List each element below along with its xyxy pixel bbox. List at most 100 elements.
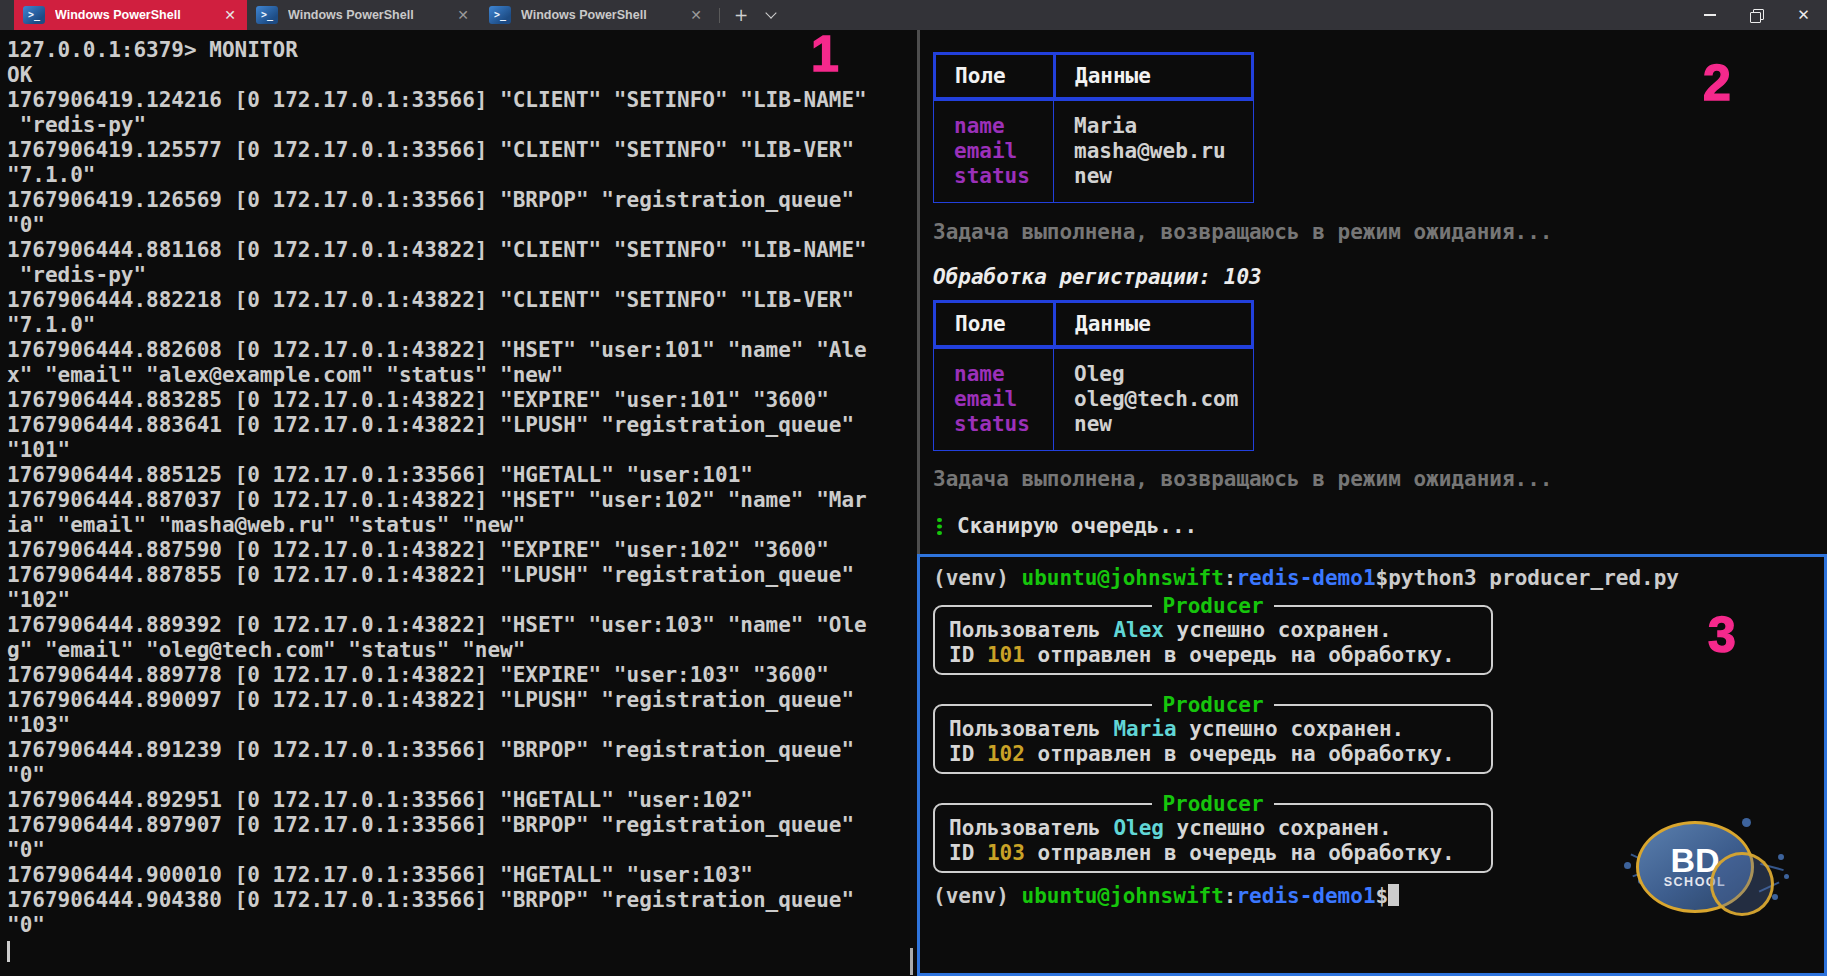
tab-windows-powershell-2[interactable]: >_ Windows PowerShell ✕ xyxy=(247,0,480,30)
tab-windows-powershell-1[interactable]: >_ Windows PowerShell ✕ xyxy=(14,0,247,30)
producer-box-3: Producer Пользователь Oleg успешно сохра… xyxy=(933,803,1493,873)
terminal-line: 1767906444.891239 [0 172.17.0.1:33566] "… xyxy=(7,738,917,763)
terminal-line: g" "email" "oleg@tech.com" "status" "new… xyxy=(7,638,917,663)
text-cursor xyxy=(7,941,10,962)
terminal-line: x" "email" "alex@example.com" "status" "… xyxy=(7,363,917,388)
terminal-line: "102" xyxy=(7,588,917,613)
user-id: 101 xyxy=(987,643,1025,667)
terminal-line: 1767906444.892951 [0 172.17.0.1:33566] "… xyxy=(7,788,917,813)
tab-close-icon[interactable]: ✕ xyxy=(687,7,705,23)
terminal-line: "7.1.0" xyxy=(7,313,917,338)
colon: : xyxy=(1224,566,1237,590)
terminal-line: 1767906444.889778 [0 172.17.0.1:43822] "… xyxy=(7,663,917,688)
terminal-line: 1767906444.883641 [0 172.17.0.1:43822] "… xyxy=(7,413,917,438)
annotation-3: 3 xyxy=(1708,606,1736,664)
powershell-icon: >_ xyxy=(23,6,45,24)
field-names: nameemailstatus xyxy=(934,349,1053,450)
producer-box-title: Producer xyxy=(935,594,1491,619)
prompt-symbol: $ xyxy=(1376,884,1389,908)
restore-button[interactable] xyxy=(1733,0,1780,30)
terminal-line: 1767906444.900010 [0 172.17.0.1:33566] "… xyxy=(7,863,917,888)
terminal-line: 1767906444.881168 [0 172.17.0.1:43822] "… xyxy=(7,238,917,263)
producer-line-2: ID 103 отправлен в очередь на обработку. xyxy=(949,841,1491,866)
tab-title: Windows PowerShell xyxy=(521,8,677,22)
spinner-icon xyxy=(935,517,951,537)
cwd: redis-demo1 xyxy=(1236,566,1375,590)
cwd: redis-demo1 xyxy=(1236,884,1375,908)
tab-bar: >_ Windows PowerShell ✕ >_ Windows Power… xyxy=(0,0,1827,30)
terminal-line: "103" xyxy=(7,713,917,738)
scanning-line: Сканирую очередь... xyxy=(935,514,1197,539)
terminal-line: 1767906419.126569 [0 172.17.0.1:33566] "… xyxy=(7,188,917,213)
terminal-line: OK xyxy=(7,63,917,88)
terminal-line: "0" xyxy=(7,838,917,863)
user-table-1: Поле Данные nameemailstatus Mariamasha@w… xyxy=(933,52,1254,203)
user-table-2: Поле Данные nameemailstatus Olegoleg@tec… xyxy=(933,300,1254,451)
block-cursor xyxy=(1388,884,1399,906)
minimize-icon xyxy=(1704,14,1716,16)
terminal-line: 1767906419.125577 [0 172.17.0.1:33566] "… xyxy=(7,138,917,163)
tab-separator xyxy=(719,8,720,23)
terminal-line: 1767906444.887855 [0 172.17.0.1:43822] "… xyxy=(7,563,917,588)
venv-label: (venv) xyxy=(933,884,1022,908)
annotation-2: 2 xyxy=(1703,54,1731,112)
producer-line-1: Пользователь Alex успешно сохранен. xyxy=(949,618,1491,643)
window-controls: ✕ xyxy=(1686,0,1827,30)
field-values: Olegoleg@tech.comnew xyxy=(1053,349,1253,450)
producer-line-1: Пользователь Maria успешно сохранен. xyxy=(949,717,1491,742)
prompt-symbol: $ xyxy=(1376,566,1389,590)
table-header: Поле Данные xyxy=(933,300,1254,348)
shell-prompt-line-2[interactable]: (venv) ubuntu@johnswift:redis-demo1$ xyxy=(933,884,1399,909)
tab-title: Windows PowerShell xyxy=(55,8,211,22)
col-data: Данные xyxy=(1053,55,1251,97)
cursor-line xyxy=(7,938,917,968)
terminal-line: 1767906419.124216 [0 172.17.0.1:33566] "… xyxy=(7,88,917,113)
col-data: Данные xyxy=(1053,303,1251,345)
producer-box-title: Producer xyxy=(935,792,1491,817)
new-tab-button[interactable]: + xyxy=(726,0,756,30)
close-button[interactable]: ✕ xyxy=(1780,0,1827,30)
terminal-line: "0" xyxy=(7,213,917,238)
table-body: nameemailstatus Olegoleg@tech.comnew xyxy=(933,348,1254,451)
user-id: 103 xyxy=(987,841,1025,865)
terminal-line: 1767906444.887037 [0 172.17.0.1:43822] "… xyxy=(7,488,917,513)
col-field: Поле xyxy=(936,312,1053,337)
terminal-line: "0" xyxy=(7,913,917,938)
table-header: Поле Данные xyxy=(933,52,1254,100)
terminal-line: 1767906444.885125 [0 172.17.0.1:33566] "… xyxy=(7,463,917,488)
bd-school-logo: BD SCHOOL xyxy=(1622,810,1792,930)
field-values: Mariamasha@web.runew xyxy=(1053,101,1253,202)
scanning-text: Сканирую очередь... xyxy=(957,514,1197,539)
minimize-button[interactable] xyxy=(1686,0,1733,30)
terminal-line: 1767906444.883285 [0 172.17.0.1:43822] "… xyxy=(7,388,917,413)
redis-monitor-pane[interactable]: 127.0.0.1:6379> MONITOROK1767906419.1242… xyxy=(0,30,917,976)
producer-line-1: Пользователь Oleg успешно сохранен. xyxy=(949,816,1491,841)
tab-title: Windows PowerShell xyxy=(288,8,444,22)
tab-windows-powershell-3[interactable]: >_ Windows PowerShell ✕ xyxy=(480,0,713,30)
shell-prompt-line: (venv) ubuntu@johnswift:redis-demo1$pyth… xyxy=(933,566,1679,591)
user-name: Oleg xyxy=(1113,816,1164,840)
terminal-line: "redis-py" xyxy=(7,263,917,288)
terminal-line: "redis-py" xyxy=(7,113,917,138)
left-pane-scrollbar[interactable] xyxy=(910,948,913,975)
table-body: nameemailstatus Mariamasha@web.runew xyxy=(933,100,1254,203)
terminal-line: "7.1.0" xyxy=(7,163,917,188)
terminal-line: 1767906444.887590 [0 172.17.0.1:43822] "… xyxy=(7,538,917,563)
tab-close-icon[interactable]: ✕ xyxy=(454,7,472,23)
powershell-icon: >_ xyxy=(489,6,511,24)
terminal-line: 127.0.0.1:6379> MONITOR xyxy=(7,38,917,63)
pane-divider[interactable] xyxy=(917,30,920,554)
tab-dropdown-button[interactable] xyxy=(756,0,786,30)
venv-label: (venv) xyxy=(933,566,1022,590)
terminal-line: 1767906444.890097 [0 172.17.0.1:43822] "… xyxy=(7,688,917,713)
user-host: ubuntu@johnswift xyxy=(1022,884,1224,908)
close-icon: ✕ xyxy=(1797,6,1810,24)
user-name: Maria xyxy=(1113,717,1176,741)
field-names: nameemailstatus xyxy=(934,101,1053,202)
terminal-line: "101" xyxy=(7,438,917,463)
command-text: python3 producer_red.py xyxy=(1388,566,1679,590)
terminal-output: 127.0.0.1:6379> MONITOROK1767906419.1242… xyxy=(7,38,917,938)
tab-close-icon[interactable]: ✕ xyxy=(221,7,239,23)
user-id: 102 xyxy=(987,742,1025,766)
terminal-line: 1767906444.897907 [0 172.17.0.1:33566] "… xyxy=(7,813,917,838)
